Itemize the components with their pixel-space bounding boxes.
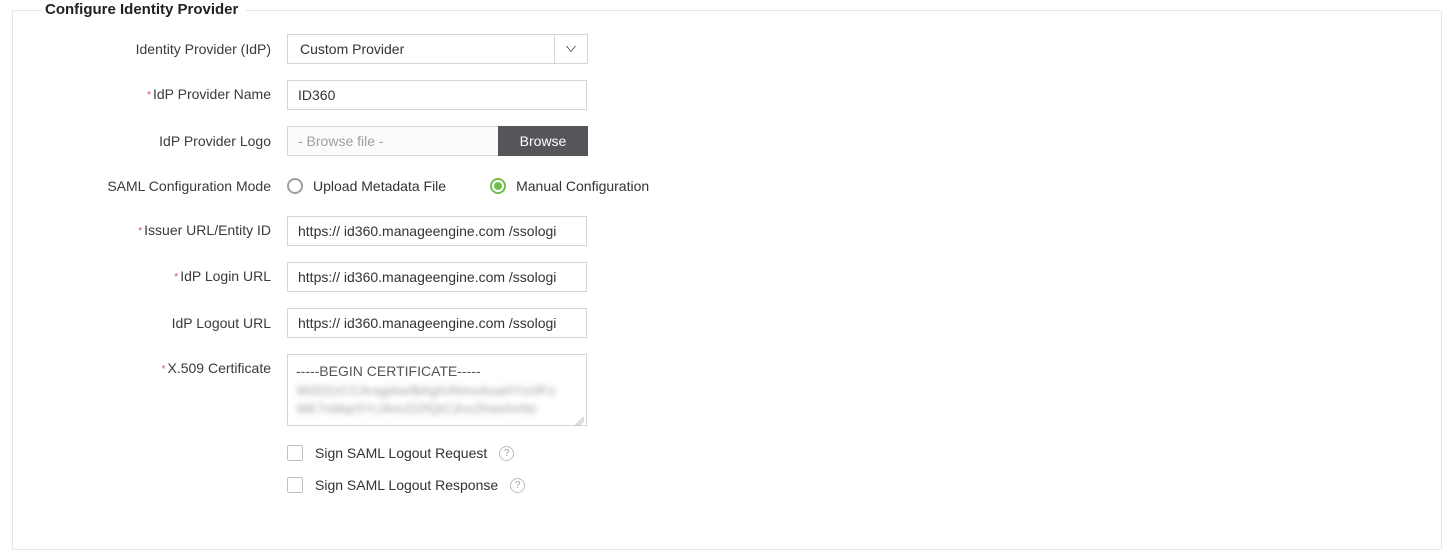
- checkbox-sign-logout-request[interactable]: [287, 445, 303, 461]
- label-issuer-text: Issuer URL/Entity ID: [144, 222, 271, 238]
- label-idp-name-text: IdP Provider Name: [153, 86, 271, 102]
- label-logout-url: IdP Logout URL: [25, 309, 287, 337]
- radio-icon: [287, 178, 303, 194]
- label-saml-mode: SAML Configuration Mode: [25, 172, 287, 200]
- radio-manual-label: Manual Configuration: [516, 178, 649, 194]
- row-saml-mode: SAML Configuration Mode Upload Metadata …: [25, 172, 1429, 200]
- row-sign-logout-request: Sign SAML Logout Request ?: [25, 445, 1429, 461]
- radio-icon: [490, 178, 506, 194]
- label-idp-logo: IdP Provider Logo: [25, 127, 287, 155]
- row-issuer-url: *Issuer URL/Entity ID: [25, 216, 1429, 246]
- row-sign-logout-response: Sign SAML Logout Response ?: [25, 477, 1429, 493]
- help-icon[interactable]: ?: [510, 478, 525, 493]
- row-idp-name: *IdP Provider Name: [25, 80, 1429, 110]
- label-idp-select: Identity Provider (IdP): [25, 35, 287, 63]
- checkbox-sign-logout-response-label: Sign SAML Logout Response: [315, 477, 498, 493]
- idp-form: Identity Provider (IdP) Custom Provider …: [25, 28, 1429, 493]
- chevron-down-icon: [566, 46, 576, 52]
- logout-url-input[interactable]: [287, 308, 587, 338]
- login-url-input[interactable]: [287, 262, 587, 292]
- row-x509-cert: *X.509 Certificate MIID2zCCArqgAwIBAgIUN…: [25, 354, 1429, 429]
- checkbox-sign-logout-request-label: Sign SAML Logout Request: [315, 445, 487, 461]
- x509-certificate-textarea[interactable]: [287, 354, 587, 426]
- row-logout-url: IdP Logout URL: [25, 308, 1429, 338]
- label-x509-text: X.509 Certificate: [168, 360, 272, 376]
- required-marker: *: [162, 356, 166, 384]
- idp-name-input[interactable]: [287, 80, 587, 110]
- label-x509-cert: *X.509 Certificate: [25, 354, 287, 384]
- required-marker: *: [138, 218, 142, 246]
- row-idp-select: Identity Provider (IdP) Custom Provider: [25, 34, 1429, 64]
- label-login-url: *IdP Login URL: [25, 262, 287, 292]
- logo-file-display: - Browse file -: [287, 126, 498, 156]
- label-issuer-url: *Issuer URL/Entity ID: [25, 216, 287, 246]
- idp-select[interactable]: Custom Provider: [287, 34, 588, 64]
- section-title: Configure Identity Provider: [41, 1, 246, 18]
- issuer-url-input[interactable]: [287, 216, 587, 246]
- row-idp-logo: IdP Provider Logo - Browse file - Browse: [25, 126, 1429, 156]
- required-marker: *: [147, 82, 151, 110]
- radio-upload-label: Upload Metadata File: [313, 178, 446, 194]
- idp-select-toggle[interactable]: [554, 34, 588, 64]
- row-login-url: *IdP Login URL: [25, 262, 1429, 292]
- label-idp-name: *IdP Provider Name: [25, 80, 287, 110]
- configure-idp-fieldset: Configure Identity Provider Identity Pro…: [12, 10, 1442, 550]
- label-login-text: IdP Login URL: [180, 268, 271, 284]
- browse-button[interactable]: Browse: [498, 126, 588, 156]
- required-marker: *: [174, 264, 178, 292]
- radio-upload-metadata[interactable]: Upload Metadata File: [287, 178, 446, 194]
- idp-select-value: Custom Provider: [287, 34, 554, 64]
- checkbox-sign-logout-response[interactable]: [287, 477, 303, 493]
- radio-manual-config[interactable]: Manual Configuration: [490, 178, 649, 194]
- help-icon[interactable]: ?: [499, 446, 514, 461]
